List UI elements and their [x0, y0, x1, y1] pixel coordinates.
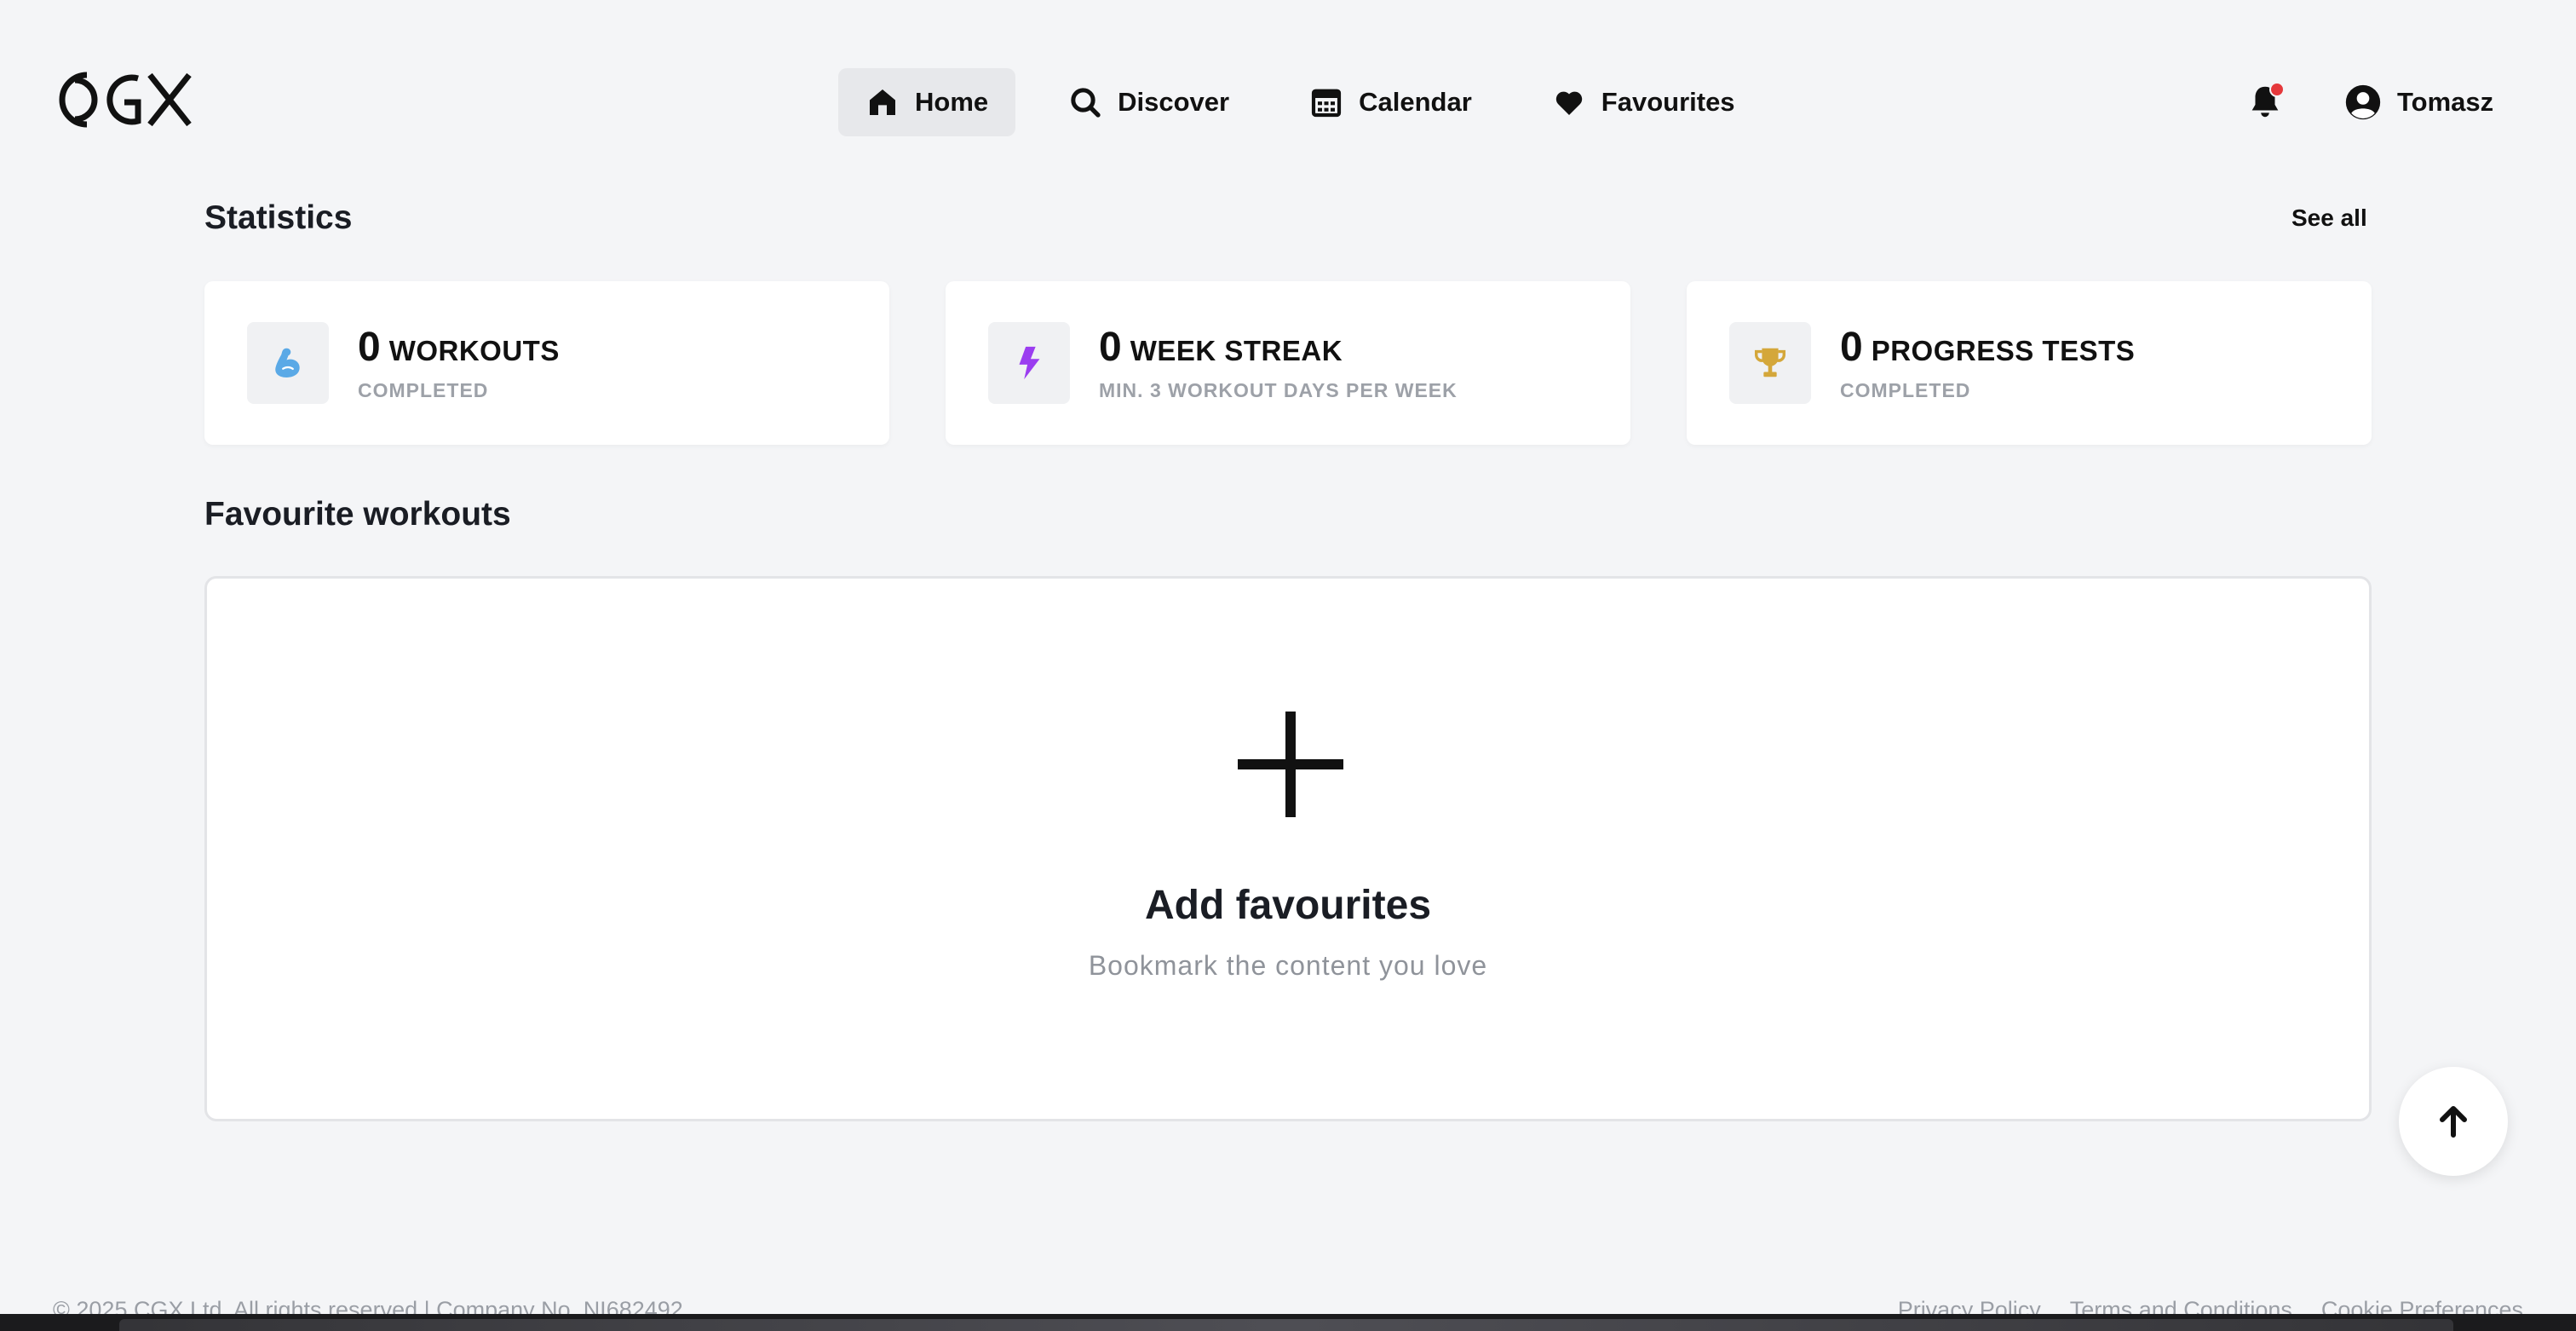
add-favourites-panel[interactable]: Add favourites Bookmark the content you …: [204, 576, 2372, 1121]
user-menu[interactable]: Tomasz: [2344, 82, 2493, 123]
arrow-up-icon: [2440, 1106, 2467, 1138]
stat-text: 0 PROGRESS TESTS COMPLETED: [1840, 324, 2135, 402]
add-favourites-subtitle: Bookmark the content you love: [1088, 950, 1488, 981]
trophy-icon: [1754, 348, 1786, 377]
nav-favourites-label: Favourites: [1601, 87, 1735, 117]
notification-badge: [2269, 82, 2285, 97]
scroll-to-top-button[interactable]: [2399, 1067, 2508, 1176]
user-name: Tomasz: [2397, 87, 2494, 117]
workouts-sub: COMPLETED: [358, 379, 489, 401]
nav-home-label: Home: [915, 87, 989, 117]
progress-tests-label: PROGRESS TESTS: [1871, 335, 2136, 366]
stat-icon-box: [988, 322, 1070, 404]
stat-card-progress-tests[interactable]: 0 PROGRESS TESTS COMPLETED: [1687, 281, 2372, 445]
cgx-logo[interactable]: [53, 70, 193, 130]
statistics-title: Statistics: [204, 199, 353, 236]
nav-discover[interactable]: Discover: [1041, 68, 1256, 136]
week-streak-label: WEEK STREAK: [1130, 335, 1343, 366]
stat-card-week-streak[interactable]: 0 WEEK STREAK MIN. 3 WORKOUT DAYS PER WE…: [946, 281, 1630, 445]
stat-text: 0 WORKOUTS COMPLETED: [358, 324, 560, 402]
home-icon: [870, 89, 895, 115]
muscle-icon: [275, 348, 300, 377]
stat-icon-box: [247, 322, 329, 404]
workouts-label: WORKOUTS: [388, 335, 560, 366]
lightning-icon: [1019, 346, 1040, 380]
notifications-button[interactable]: [2245, 82, 2285, 121]
week-streak-sub: MIN. 3 WORKOUT DAYS PER WEEK: [1099, 379, 1458, 401]
nav-favourites[interactable]: Favourites: [1525, 68, 1762, 136]
stat-card-workouts[interactable]: 0 WORKOUTS COMPLETED: [204, 281, 889, 445]
week-streak-count: 0: [1099, 325, 1122, 370]
main-nav: Home Discover Calendar Favourites: [838, 68, 1762, 136]
dock-icons[interactable]: [119, 1319, 2453, 1331]
nav-calendar[interactable]: Calendar: [1282, 68, 1499, 136]
search-icon: [1071, 88, 1101, 118]
nav-discover-label: Discover: [1118, 87, 1230, 117]
favourite-workouts-title: Favourite workouts: [204, 496, 511, 533]
calendar-icon: [1312, 89, 1342, 118]
heart-icon: [1555, 91, 1582, 115]
stat-icon-box: [1729, 322, 1811, 404]
progress-tests-count: 0: [1840, 325, 1863, 370]
stat-text: 0 WEEK STREAK MIN. 3 WORKOUT DAYS PER WE…: [1099, 324, 1458, 402]
nav-calendar-label: Calendar: [1359, 87, 1472, 117]
workouts-count: 0: [358, 325, 381, 370]
progress-tests-sub: COMPLETED: [1840, 379, 1971, 401]
add-favourites-title: Add favourites: [1144, 883, 1432, 928]
nav-home[interactable]: Home: [838, 68, 1016, 136]
see-all-link[interactable]: See all: [2291, 205, 2367, 232]
user-avatar-icon: [2345, 84, 2381, 120]
plus-icon[interactable]: [1238, 712, 1343, 817]
